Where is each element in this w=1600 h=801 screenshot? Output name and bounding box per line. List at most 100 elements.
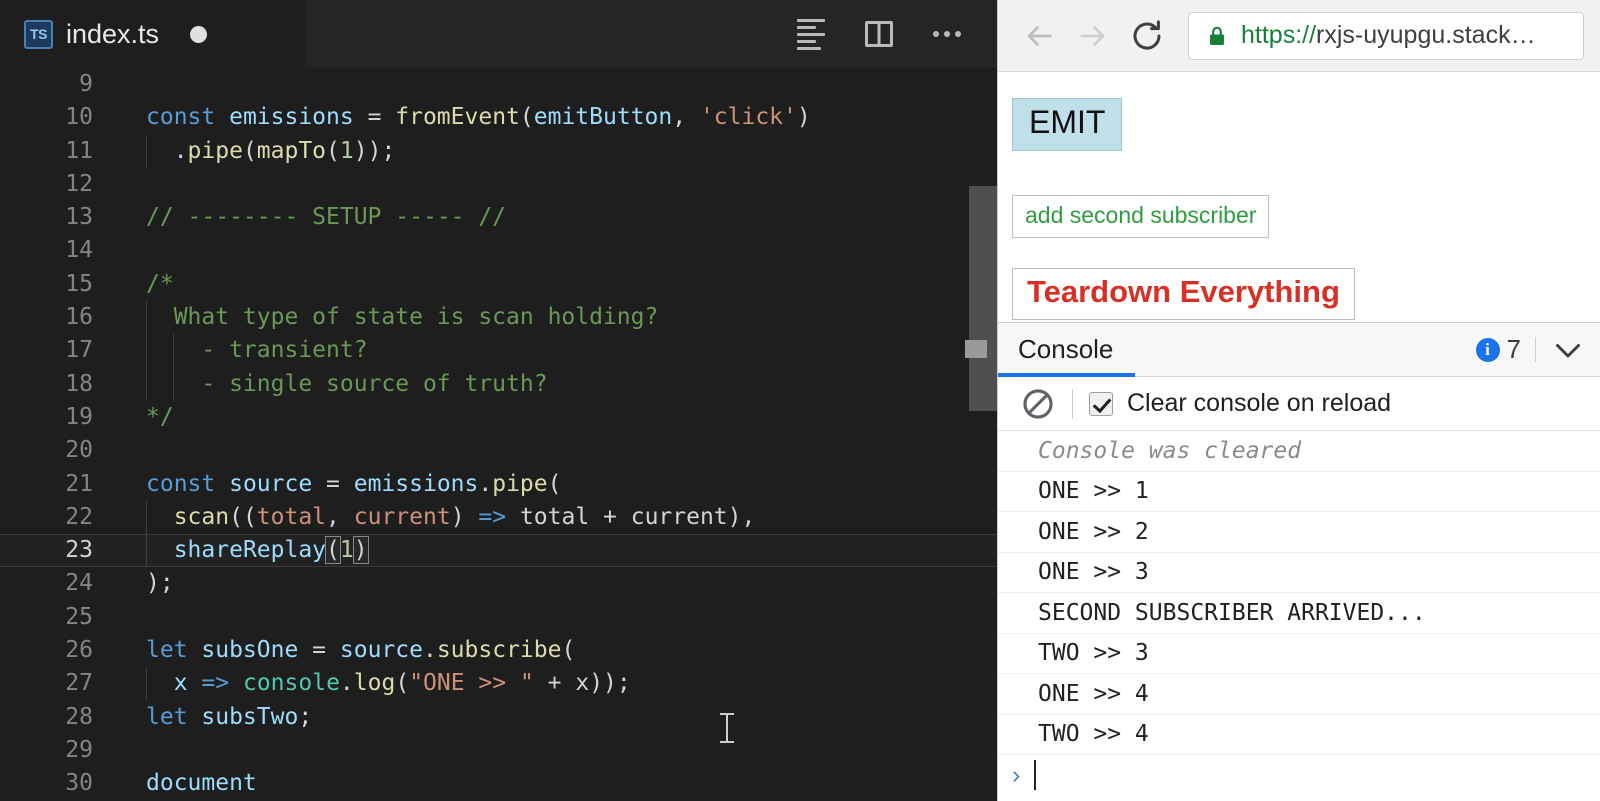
code-line[interactable]: 25: [0, 601, 997, 634]
code-line-text: );: [118, 567, 997, 600]
url-scheme: https://: [1241, 21, 1317, 49]
address-bar-url: https://rxjs-uyupgu.stack…: [1241, 21, 1536, 50]
line-number: 19: [65, 403, 93, 430]
ban-icon[interactable]: [1012, 378, 1064, 430]
indent-guide: [146, 334, 147, 368]
editor-tab-index-ts[interactable]: TS index.ts: [0, 0, 305, 68]
code-token: let: [146, 637, 202, 664]
line-number: 17: [65, 337, 93, 364]
url-host: rxjs-uyupgu.stack…: [1316, 21, 1536, 49]
console-input-row[interactable]: ›: [998, 755, 1600, 796]
line-number: 27: [65, 670, 93, 697]
code-token: const: [146, 104, 230, 131]
code-token: .: [339, 670, 354, 697]
more-actions-icon[interactable]: [930, 17, 964, 51]
chevron-down-icon[interactable]: [1536, 323, 1600, 376]
code-token: total: [256, 503, 327, 530]
code-token: );: [146, 570, 174, 597]
split-editor-icon[interactable]: [862, 17, 896, 51]
code-token: subsOne: [201, 637, 299, 664]
indent-guide: [146, 534, 147, 568]
indent-guide: [146, 500, 147, 535]
console-toolbar-divider: [1072, 388, 1073, 419]
code-line[interactable]: 9: [0, 68, 997, 101]
code-line-text: let subsOne = source.subscribe(: [118, 634, 997, 667]
code-line[interactable]: 22 scan((total, current) => total + curr…: [0, 500, 997, 535]
clear-console-on-reload-toggle[interactable]: Clear console on reload: [1089, 389, 1391, 418]
code-line[interactable]: 27 x => console.log("ONE >> " + x));: [0, 667, 997, 701]
console-text-cursor: [1034, 760, 1037, 791]
code-token: (: [325, 536, 341, 565]
teardown-everything-button[interactable]: Teardown Everything: [1012, 268, 1355, 321]
code-token: 1: [339, 537, 354, 564]
code-token: document: [146, 770, 257, 797]
clear-on-reload-checkbox[interactable]: [1089, 391, 1113, 416]
code-line[interactable]: 14: [0, 234, 997, 267]
outline-icon[interactable]: [794, 17, 828, 51]
code-line[interactable]: 17 - transient?: [0, 334, 997, 368]
line-number: 23: [65, 537, 93, 564]
code-token: (: [519, 104, 534, 131]
code-line[interactable]: 19 */: [0, 401, 997, 434]
code-token: /*: [146, 270, 174, 297]
address-bar[interactable]: https://rxjs-uyupgu.stack…: [1188, 11, 1584, 60]
editor-scrollbar[interactable]: [965, 68, 997, 801]
code-token: (: [547, 470, 562, 497]
code-line[interactable]: 13 // -------- SETUP ----- //: [0, 201, 997, 234]
indent-guide: [146, 134, 147, 168]
code-line[interactable]: 30 document: [0, 767, 997, 800]
code-line[interactable]: 12: [0, 168, 997, 201]
code-line[interactable]: 26 let subsOne = source.subscribe(: [0, 634, 997, 667]
line-number: 29: [65, 736, 93, 763]
code-line[interactable]: 28 let subsTwo;: [0, 701, 997, 734]
code-token: emitButton: [533, 104, 673, 131]
console-log-entry: ONE >> 3: [998, 553, 1600, 593]
code-token: let: [146, 703, 202, 730]
code-line[interactable]: 15 /*: [0, 268, 997, 301]
code-token: =>: [478, 503, 507, 530]
code-line-text: const source = emissions.pipe(: [118, 468, 997, 501]
tab-console[interactable]: Console: [998, 323, 1136, 377]
editor-tabbar: TS index.ts: [0, 0, 997, 68]
code-line[interactable]: 18 - single source of truth?: [0, 367, 997, 401]
back-arrow-icon[interactable]: [1012, 9, 1066, 63]
console-log-list[interactable]: Console was cleared ONE >> 1 ONE >> 2 ONE >…: [998, 431, 1600, 801]
forward-arrow-icon[interactable]: [1066, 9, 1120, 63]
code-line[interactable]: 21 const source = emissions.pipe(: [0, 468, 997, 501]
code-token: pipe: [187, 137, 243, 164]
editor-scrollbar-thumb[interactable]: [969, 186, 997, 411]
code-token: - single source of truth?: [146, 370, 548, 397]
code-line-text: const emissions = fromEvent(emitButton, …: [118, 101, 997, 134]
code-token: + x));: [533, 670, 631, 697]
code-token: x: [173, 670, 188, 697]
console-log-entry: SECOND SUBSCRIBER ARRIVED...: [998, 593, 1600, 634]
add-second-subscriber-button[interactable]: add second subscriber: [1012, 194, 1270, 239]
code-line[interactable]: 20: [0, 434, 997, 467]
console-info-badge[interactable]: i 7: [1475, 323, 1535, 376]
code-line[interactable]: 24);: [0, 567, 997, 600]
code-token: emissions: [353, 470, 479, 497]
code-line[interactable]: 16 What type of state is scan holding?: [0, 301, 997, 335]
app-root: TS index.ts 9 10 const emissions = fromEve…: [0, 0, 1600, 801]
code-token: // -------- SETUP ----- //: [146, 204, 507, 231]
indent-guide: [146, 301, 147, 335]
emit-button[interactable]: EMIT: [1012, 98, 1123, 151]
code-line[interactable]: 11 .pipe(mapTo(1));: [0, 134, 997, 168]
code-token: total + current),: [506, 503, 756, 530]
code-token: (: [326, 137, 340, 164]
code-line[interactable]: 29: [0, 734, 997, 767]
code-line-text: */: [118, 401, 997, 434]
line-number: 16: [65, 304, 93, 331]
line-number: 11: [65, 137, 93, 164]
console-log-entry: Console was cleared: [998, 431, 1600, 472]
reload-icon[interactable]: [1120, 9, 1174, 63]
code-token: =>: [201, 670, 230, 697]
console-log-entry: ONE >> 1: [998, 472, 1600, 512]
code-area[interactable]: 9 10 const emissions = fromEvent(emitButto…: [0, 68, 997, 801]
console-panel: Console i 7 Clear console on reload Cons…: [998, 322, 1600, 801]
code-line[interactable]: 23 shareReplay(1): [0, 534, 997, 568]
code-line[interactable]: 10 const emissions = fromEvent(emitButton…: [0, 101, 997, 134]
typescript-file-icon: TS: [24, 19, 53, 49]
